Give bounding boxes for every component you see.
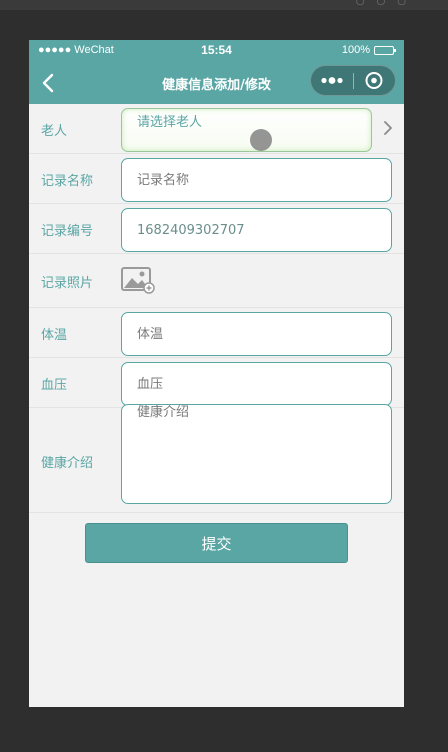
record-name-input[interactable] <box>121 158 392 202</box>
status-battery-percent: 100% <box>341 44 370 56</box>
close-mini-program-button[interactable] <box>354 66 396 95</box>
target-circle-icon <box>365 72 383 89</box>
host-window-controls-icon: ○○○ <box>355 0 418 7</box>
chevron-right-icon[interactable] <box>382 120 394 136</box>
mini-program-capsule <box>310 65 396 96</box>
elder-label: 老人 <box>41 124 68 139</box>
health-intro-textarea[interactable] <box>121 404 392 504</box>
status-battery-group: 100% <box>341 44 396 56</box>
nav-bar: 健康信息添加/修改 <box>29 62 404 104</box>
blood-pressure-label: 血压 <box>41 378 68 393</box>
record-photo-label: 记录照片 <box>41 276 94 291</box>
touch-indicator <box>250 129 272 151</box>
elder-picker-placeholder: 请选择老人 <box>137 115 203 130</box>
host-window-topbar: ○○○ <box>0 0 448 10</box>
row-health-intro: 健康介绍 <box>29 404 404 513</box>
more-dots-icon <box>321 77 343 84</box>
row-blood-pressure: 血压 <box>29 358 404 408</box>
submit-button[interactable]: 提交 <box>85 523 348 563</box>
health-intro-label: 健康介绍 <box>41 456 94 471</box>
row-record-name: 记录名称 <box>29 154 404 204</box>
status-bar: ●●●●● WeChat 15:54 100% <box>29 40 404 62</box>
more-button[interactable] <box>311 66 353 95</box>
phone-screen: ●●●●● WeChat 15:54 100% 健康信息添加/修改 老人 请选择… <box>29 40 404 707</box>
image-add-icon[interactable] <box>121 266 155 294</box>
battery-icon <box>374 45 396 55</box>
health-info-form: 老人 请选择老人 记录名称 记录编号 记录照片 <box>29 104 404 513</box>
row-temperature: 体温 <box>29 308 404 358</box>
record-number-label: 记录编号 <box>41 224 94 239</box>
row-elder: 老人 请选择老人 <box>29 104 404 154</box>
row-record-photo: 记录照片 <box>29 254 404 308</box>
elder-picker[interactable]: 请选择老人 <box>121 108 372 152</box>
row-record-number: 记录编号 <box>29 204 404 254</box>
blood-pressure-input[interactable] <box>121 362 392 406</box>
temperature-input[interactable] <box>121 312 392 356</box>
temperature-label: 体温 <box>41 328 68 343</box>
record-name-label: 记录名称 <box>41 174 94 189</box>
record-number-input[interactable] <box>121 208 392 252</box>
